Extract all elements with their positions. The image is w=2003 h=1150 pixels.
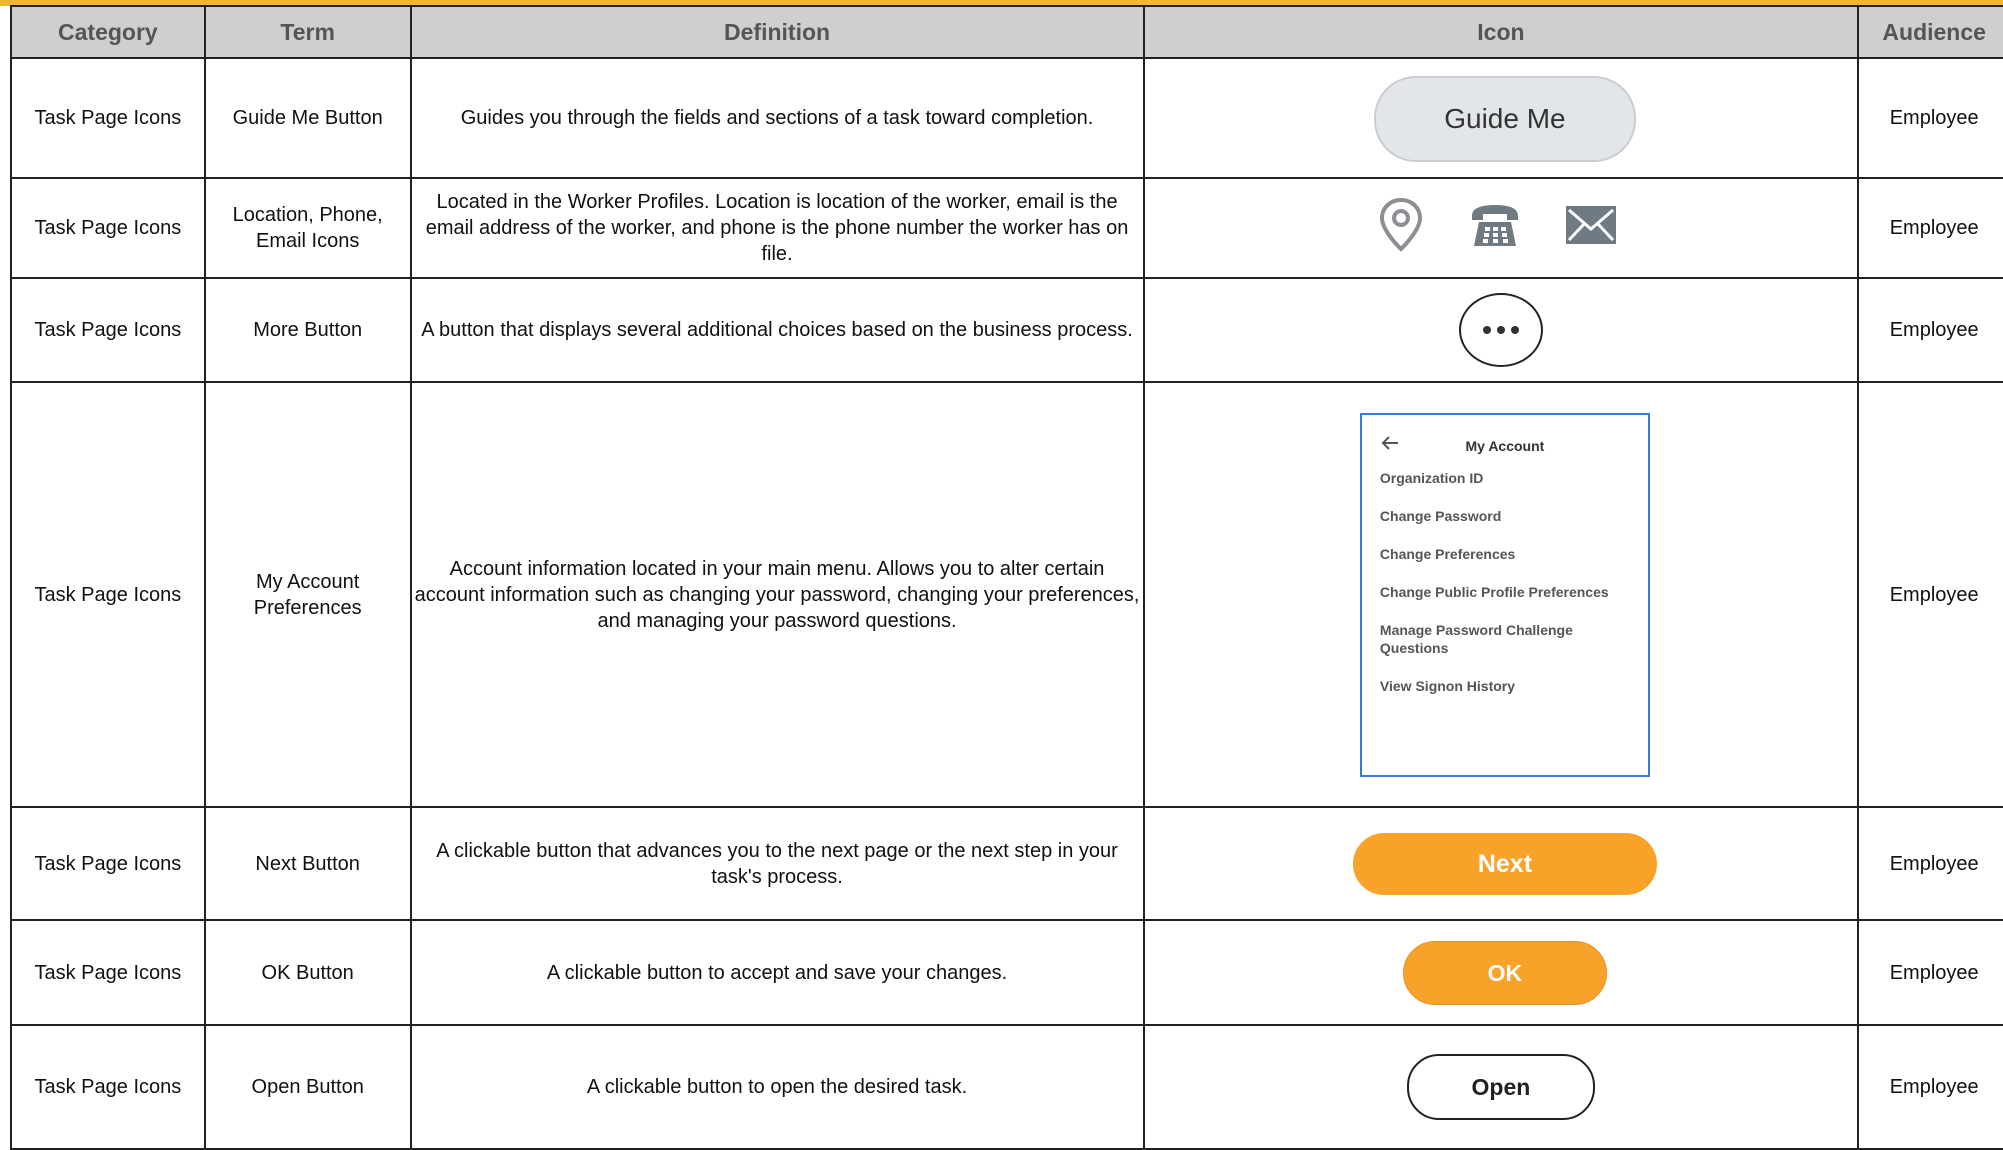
email-icon[interactable] <box>1565 205 1617 252</box>
definition-cell: A clickable button that advances you to … <box>409 806 1145 921</box>
category-cell: Task Page Icons <box>10 1024 206 1150</box>
table-row: Task Page Icons Guide Me Button Guides y… <box>10 57 2003 179</box>
term-cell: Next Button <box>203 806 412 921</box>
icon-cell: Open <box>1142 1024 1860 1150</box>
more-dots-icon <box>1510 326 1519 334</box>
header-audience: Audience <box>1857 5 2003 59</box>
term-cell: OK Button <box>203 919 412 1026</box>
menu-item-change-preferences[interactable]: Change Preferences <box>1380 545 1630 563</box>
definition-cell: Guides you through the fields and sectio… <box>409 57 1145 179</box>
term-cell: Location, Phone, Email Icons <box>203 177 412 279</box>
header-term: Term <box>203 5 412 59</box>
icon-cell: Next <box>1142 806 1860 921</box>
guide-me-button[interactable]: Guide Me <box>1373 76 1636 162</box>
category-cell: Task Page Icons <box>10 919 206 1026</box>
phone-icon[interactable] <box>1469 202 1521 255</box>
menu-item-view-signon-history[interactable]: View Signon History <box>1380 677 1630 695</box>
open-button[interactable]: Open <box>1406 1054 1595 1120</box>
header-category: Category <box>10 5 206 59</box>
location-pin-icon[interactable] <box>1377 197 1425 260</box>
definition-cell: Account information located in your main… <box>409 381 1145 808</box>
definition-cell: Located in the Worker Profiles. Location… <box>409 177 1145 279</box>
more-dots-icon <box>1482 326 1491 334</box>
table-row: Task Page Icons Next Button A clickable … <box>10 806 2003 921</box>
header-row: Category Term Definition Icon Audience <box>10 5 2003 59</box>
table-row: Task Page Icons My Account Preferences A… <box>10 381 2003 808</box>
category-cell: Task Page Icons <box>10 381 206 808</box>
menu-item-change-public-profile-preferences[interactable]: Change Public Profile Preferences <box>1380 583 1630 601</box>
table-row: Task Page Icons OK Button A clickable bu… <box>10 919 2003 1026</box>
menu-item-manage-password-challenge-questions[interactable]: Manage Password Challenge Questions <box>1380 621 1590 657</box>
icon-cell: OK <box>1142 919 1860 1026</box>
definition-cell: A clickable button to accept and save yo… <box>409 919 1145 1026</box>
term-cell: Guide Me Button <box>203 57 412 179</box>
more-dots-icon <box>1496 326 1505 334</box>
audience-cell: Employee <box>1857 381 2003 808</box>
icon-cell: Guide Me <box>1142 57 1860 179</box>
audience-cell: Employee <box>1857 57 2003 179</box>
header-definition: Definition <box>409 5 1145 59</box>
next-button[interactable]: Next <box>1352 832 1657 895</box>
menu-item-change-password[interactable]: Change Password <box>1380 507 1630 525</box>
term-cell: Open Button <box>203 1024 412 1150</box>
audience-cell: Employee <box>1857 919 2003 1026</box>
panel-header: My Account <box>1380 429 1630 463</box>
audience-cell: Employee <box>1857 277 2003 383</box>
icon-cell <box>1142 177 1860 279</box>
ok-button[interactable]: OK <box>1402 940 1607 1005</box>
my-account-panel: My Account Organization ID Change Passwo… <box>1359 412 1650 777</box>
more-button[interactable] <box>1458 293 1543 367</box>
menu-item-organization-id[interactable]: Organization ID <box>1380 469 1630 487</box>
category-cell: Task Page Icons <box>10 277 206 383</box>
icon-cell <box>1142 277 1860 383</box>
audience-cell: Employee <box>1857 806 2003 921</box>
term-cell: My Account Preferences <box>203 381 412 808</box>
icon-cell: My Account Organization ID Change Passwo… <box>1142 381 1860 808</box>
back-arrow-icon[interactable] <box>1380 433 1400 459</box>
table-row: Task Page Icons Open Button A clickable … <box>10 1024 2003 1150</box>
audience-cell: Employee <box>1857 1024 2003 1150</box>
category-cell: Task Page Icons <box>10 806 206 921</box>
audience-cell: Employee <box>1857 177 2003 279</box>
table-row: Task Page Icons Location, Phone, Email I… <box>10 177 2003 279</box>
glossary-table: Category Term Definition Icon Audience T… <box>10 5 2003 1150</box>
header-icon: Icon <box>1142 5 1860 59</box>
term-cell: More Button <box>203 277 412 383</box>
panel-title: My Account <box>1465 437 1545 454</box>
category-cell: Task Page Icons <box>10 57 206 179</box>
table-row: Task Page Icons More Button A button tha… <box>10 277 2003 383</box>
category-cell: Task Page Icons <box>10 177 206 279</box>
definition-cell: A button that displays several additiona… <box>409 277 1145 383</box>
definition-cell: A clickable button to open the desired t… <box>409 1024 1145 1150</box>
